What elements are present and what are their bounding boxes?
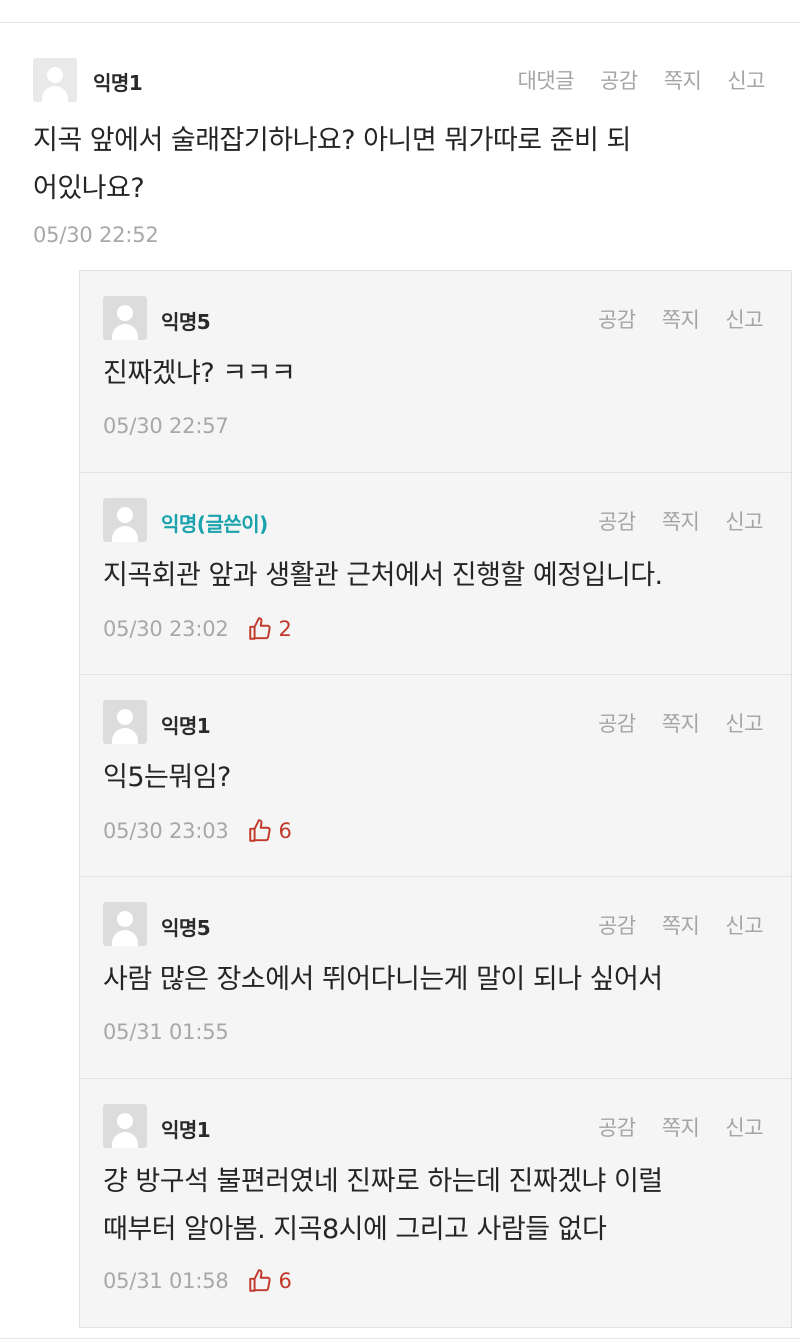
reply-text-line: 때부터 알아봄. 지곡8시에 그리고 사람들 없다 [103, 1214, 607, 1245]
message-button[interactable]: 쪽지 [662, 506, 700, 536]
comment-timestamp: 05/30 22:52 [33, 223, 159, 247]
message-button[interactable]: 쪽지 [664, 65, 702, 95]
comment-text: 지곡 앞에서 술래잡기하나요? 아니면 뭐가따로 준비 되 어있나요? [33, 117, 768, 213]
user-avatar-icon [33, 58, 77, 102]
reply-text-line: 익5는뭐임? [103, 762, 231, 793]
reply-text: 걍 방구석 불편러였네 진짜로 하는데 진짜겠냐 이럴 때부터 알아봄. 지곡8… [103, 1158, 783, 1254]
message-button[interactable]: 쪽지 [662, 1112, 700, 1142]
reply-text-line: 걍 방구석 불편러였네 진짜로 하는데 진짜겠냐 이럴 [103, 1166, 663, 1197]
like-button[interactable]: 공감 [598, 1112, 636, 1142]
thumbs-up-icon [248, 617, 271, 640]
reply-timestamp: 05/30 22:57 [103, 414, 229, 438]
message-button[interactable]: 쪽지 [662, 910, 700, 940]
reply-text-line: 사람 많은 장소에서 뛰어다니는게 말이 되나 싶어서 [103, 964, 663, 995]
main-comment: 익명1 대댓글 공감 쪽지 신고 지곡 앞에서 술래잡기하나요? 아니면 뭐가따… [0, 45, 800, 270]
reply-actions: 공감 쪽지 신고 [598, 1112, 763, 1142]
reply-text-line: 진짜겠냐? ㅋㅋㅋ [103, 358, 296, 389]
bottom-divider [0, 1338, 800, 1339]
like-button[interactable]: 공감 [598, 506, 636, 536]
reply-text: 지곡회관 앞과 생활관 근처에서 진행할 예정입니다. [103, 552, 783, 600]
reply-item: 익명5 공감 쪽지 신고 사람 많은 장소에서 뛰어다니는게 말이 되나 싶어서… [80, 877, 791, 1079]
reply-item: 익명(글쓴이) 공감 쪽지 신고 지곡회관 앞과 생활관 근처에서 진행할 예정… [80, 473, 791, 675]
like-button[interactable]: 공감 [600, 65, 638, 95]
reply-item: 익명1 공감 쪽지 신고 익5는뭐임? 05/30 23:03 6 [80, 675, 791, 877]
replies-list: 익명5 공감 쪽지 신고 진짜겠냐? ㅋㅋㅋ 05/30 22:57 익명(글쓴… [79, 270, 792, 1328]
reply-item: 익명5 공감 쪽지 신고 진짜겠냐? ㅋㅋㅋ 05/30 22:57 [80, 271, 791, 473]
reply-button[interactable]: 대댓글 [518, 65, 575, 95]
reply-item: 익명1 공감 쪽지 신고 걍 방구석 불편러였네 진짜로 하는데 진짜겠냐 이럴… [80, 1079, 791, 1327]
reply-timestamp: 05/30 23:02 [103, 617, 229, 641]
like-count-value: 6 [278, 819, 292, 843]
reply-text: 익5는뭐임? [103, 754, 783, 802]
reply-meta: 05/31 01:58 6 [103, 1268, 292, 1294]
like-count-value: 2 [278, 617, 292, 641]
comment-author: 익명1 [93, 71, 143, 95]
top-divider [0, 22, 800, 23]
like-count: 2 [247, 616, 292, 642]
like-count-value: 6 [278, 1269, 292, 1293]
user-avatar-icon [103, 700, 147, 744]
reply-text: 진짜겠냐? ㅋㅋㅋ [103, 350, 783, 398]
reply-author: 익명5 [161, 916, 211, 940]
reply-author: 익명1 [161, 1118, 211, 1142]
like-count: 6 [247, 1268, 292, 1294]
reply-timestamp: 05/31 01:58 [103, 1269, 229, 1293]
reply-author: 익명5 [161, 310, 211, 334]
user-avatar-icon [103, 498, 147, 542]
message-button[interactable]: 쪽지 [662, 304, 700, 334]
comment-actions: 대댓글 공감 쪽지 신고 [518, 65, 766, 95]
reply-actions: 공감 쪽지 신고 [598, 506, 763, 536]
like-count: 6 [247, 818, 292, 844]
reply-actions: 공감 쪽지 신고 [598, 708, 763, 738]
comment-text-line: 어있나요? [33, 173, 145, 204]
thumbs-up-icon [248, 819, 271, 842]
user-avatar-icon [103, 1104, 147, 1148]
comment-meta: 05/30 22:52 [33, 223, 159, 247]
reply-meta: 05/30 23:03 6 [103, 818, 292, 844]
report-button[interactable]: 신고 [725, 910, 763, 940]
reply-meta: 05/31 01:55 [103, 1020, 229, 1044]
like-button[interactable]: 공감 [598, 910, 636, 940]
reply-text-line: 지곡회관 앞과 생활관 근처에서 진행할 예정입니다. [103, 560, 663, 591]
reply-actions: 공감 쪽지 신고 [598, 304, 763, 334]
reply-author: 익명1 [161, 714, 211, 738]
report-button[interactable]: 신고 [725, 1112, 763, 1142]
user-avatar-icon [103, 296, 147, 340]
report-button[interactable]: 신고 [725, 304, 763, 334]
user-avatar-icon [103, 902, 147, 946]
reply-actions: 공감 쪽지 신고 [598, 910, 763, 940]
report-button[interactable]: 신고 [727, 65, 765, 95]
like-button[interactable]: 공감 [598, 708, 636, 738]
report-button[interactable]: 신고 [725, 708, 763, 738]
reply-text: 사람 많은 장소에서 뛰어다니는게 말이 되나 싶어서 [103, 956, 783, 1004]
report-button[interactable]: 신고 [725, 506, 763, 536]
reply-author-op: 익명(글쓴이) [161, 512, 268, 536]
reply-meta: 05/30 23:02 2 [103, 616, 292, 642]
comment-text-line: 지곡 앞에서 술래잡기하나요? 아니면 뭐가따로 준비 되 [33, 125, 631, 156]
thumbs-up-icon [248, 1269, 271, 1292]
message-button[interactable]: 쪽지 [662, 708, 700, 738]
reply-timestamp: 05/30 23:03 [103, 819, 229, 843]
reply-timestamp: 05/31 01:55 [103, 1020, 229, 1044]
like-button[interactable]: 공감 [598, 304, 636, 334]
reply-meta: 05/30 22:57 [103, 414, 229, 438]
